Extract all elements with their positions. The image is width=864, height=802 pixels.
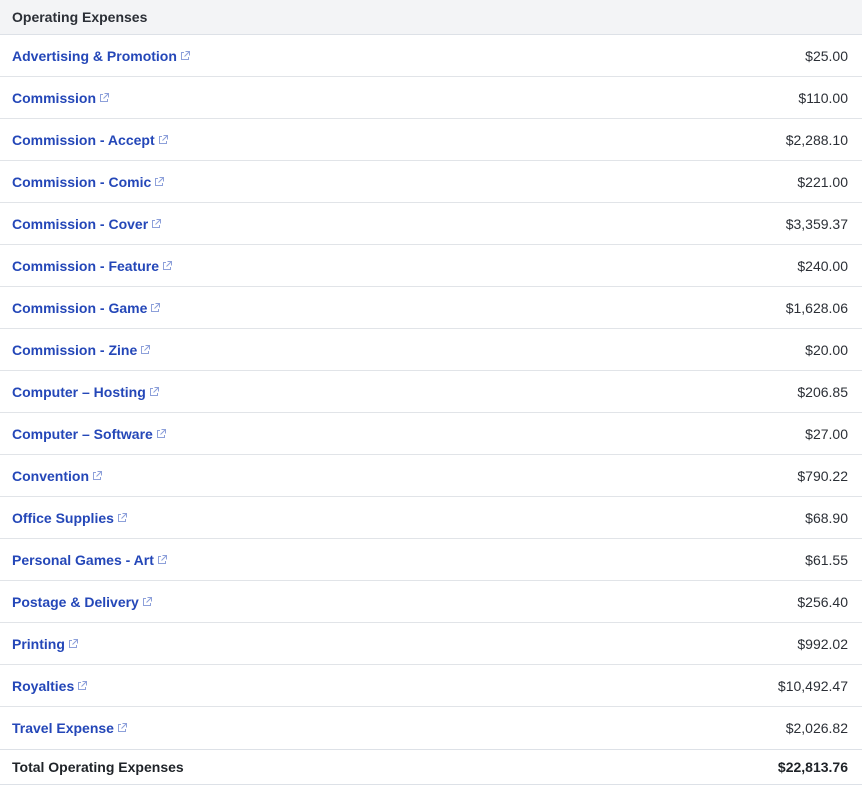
expense-label: Commission [12, 89, 97, 106]
external-link-icon [68, 638, 78, 648]
expense-row: Travel Expense $2,026.82 [0, 707, 862, 749]
expense-row: Commission - Game $1,628.06 [0, 287, 862, 329]
expense-link[interactable]: Royalties [12, 678, 88, 694]
expense-amount: $240.00 [797, 257, 848, 274]
expense-amount: $790.22 [797, 467, 848, 484]
expense-amount: $206.85 [797, 383, 848, 400]
expense-label: Commission - Cover [12, 215, 149, 232]
expense-list: Advertising & Promotion $25.00 Commissio… [0, 35, 862, 749]
expense-amount: $256.40 [797, 593, 848, 610]
expense-label: Personal Games - Art [12, 551, 154, 568]
expense-amount: $3,359.37 [785, 215, 848, 232]
external-link-icon [163, 260, 173, 270]
expense-label: Royalties [12, 677, 75, 694]
expense-row: Postage & Delivery $256.40 [0, 581, 862, 623]
expense-link[interactable]: Commission - Cover [12, 216, 162, 232]
expense-row: Advertising & Promotion $25.00 [0, 35, 862, 77]
expense-amount: $68.90 [805, 509, 848, 526]
expense-row: Commission $110.00 [0, 77, 862, 119]
expense-label: Computer – Hosting [12, 383, 146, 400]
expense-amount: $10,492.47 [777, 677, 848, 694]
expense-link[interactable]: Commission - Game [12, 300, 161, 316]
expense-link[interactable]: Commission - Feature [12, 258, 173, 274]
expense-amount: $27.00 [805, 425, 848, 442]
expense-link[interactable]: Computer – Software [12, 426, 167, 442]
expense-label: Postage & Delivery [12, 593, 139, 610]
expense-label: Commission - Game [12, 299, 148, 316]
expense-amount: $2,288.10 [785, 131, 848, 148]
expense-row: Commission - Comic $221.00 [0, 161, 862, 203]
external-link-icon [152, 218, 162, 228]
external-link-icon [117, 723, 127, 732]
expense-label: Computer – Software [12, 425, 153, 442]
expense-amount: $992.02 [797, 635, 848, 652]
expense-link[interactable]: Commission - Accept [12, 132, 169, 148]
external-link-icon [157, 554, 167, 564]
expense-link[interactable]: Commission - Comic [12, 174, 165, 190]
external-link-icon [180, 50, 190, 60]
expense-link[interactable]: Computer – Hosting [12, 384, 160, 400]
external-link-icon [141, 344, 151, 354]
expense-row: Royalties $10,492.47 [0, 665, 862, 707]
external-link-icon [156, 428, 166, 438]
expense-row: Commission - Cover $3,359.37 [0, 203, 862, 245]
section-title: Operating Expenses [12, 9, 148, 25]
expense-row: Office Supplies $68.90 [0, 497, 862, 539]
expense-label: Commission - Comic [12, 173, 152, 190]
expense-amount: $20.00 [805, 341, 848, 358]
expense-link[interactable]: Postage & Delivery [12, 594, 153, 610]
expense-link[interactable]: Advertising & Promotion [12, 48, 191, 64]
expense-link[interactable]: Commission [12, 90, 110, 106]
external-link-icon [158, 134, 168, 144]
expense-label: Office Supplies [12, 509, 114, 526]
expense-row: Commission - Feature $240.00 [0, 245, 862, 287]
expense-link[interactable]: Personal Games - Art [12, 552, 168, 568]
operating-expenses-report: Operating Expenses Advertising & Promoti… [0, 0, 862, 785]
external-link-icon [78, 680, 88, 690]
external-link-icon [142, 596, 152, 606]
expense-link[interactable]: Travel Expense [12, 720, 128, 736]
expense-amount: $61.55 [805, 551, 848, 568]
expense-label: Commission - Accept [12, 131, 155, 148]
expense-row: Commission - Zine $20.00 [0, 329, 862, 371]
total-label: Total Operating Expenses [12, 759, 184, 775]
expense-label: Travel Expense [12, 720, 114, 736]
expense-row: Convention $790.22 [0, 455, 862, 497]
total-row: Total Operating Expenses $22,813.76 [0, 749, 862, 784]
external-link-icon [149, 386, 159, 396]
expense-amount: $110.00 [798, 89, 848, 106]
external-link-icon [117, 512, 127, 522]
expense-row: Computer – Hosting $206.85 [0, 371, 862, 413]
total-amount: $22,813.76 [777, 759, 848, 775]
expense-link[interactable]: Office Supplies [12, 510, 128, 526]
expense-row: Personal Games - Art $61.55 [0, 539, 862, 581]
expense-link[interactable]: Commission - Zine [12, 342, 151, 358]
expense-amount: $25.00 [805, 47, 848, 64]
expense-amount: $221.00 [797, 173, 848, 190]
expense-label: Convention [12, 467, 89, 484]
expense-amount: $1,628.06 [785, 299, 848, 316]
expense-link[interactable]: Printing [12, 636, 79, 652]
external-link-icon [100, 92, 110, 102]
external-link-icon [151, 302, 161, 312]
external-link-icon [155, 176, 165, 186]
expense-label: Commission - Feature [12, 257, 160, 274]
expense-amount: $2,026.82 [785, 720, 848, 736]
expense-row: Printing $992.02 [0, 623, 862, 665]
expense-label: Commission - Zine [12, 341, 138, 358]
expense-label: Printing [12, 635, 65, 652]
external-link-icon [93, 470, 102, 480]
section-header: Operating Expenses [0, 0, 862, 35]
expense-label: Advertising & Promotion [12, 47, 177, 64]
expense-row: Computer – Software $27.00 [0, 413, 862, 455]
expense-row: Commission - Accept $2,288.10 [0, 119, 862, 161]
expense-link[interactable]: Convention [12, 468, 103, 484]
